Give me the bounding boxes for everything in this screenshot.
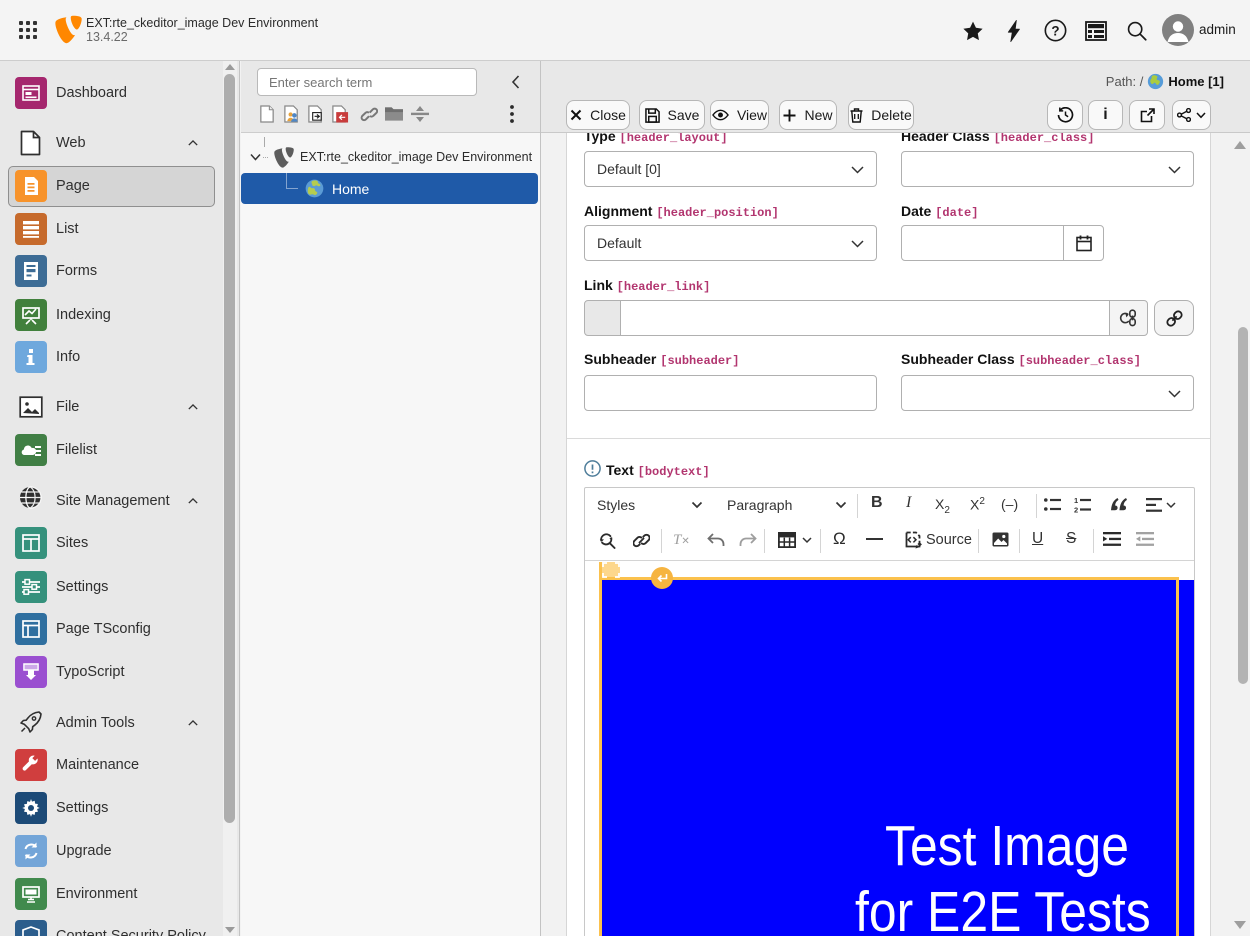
svg-text:1: 1 (1074, 497, 1078, 505)
svg-text:2: 2 (1074, 506, 1078, 514)
svg-text:?: ? (1051, 23, 1059, 38)
